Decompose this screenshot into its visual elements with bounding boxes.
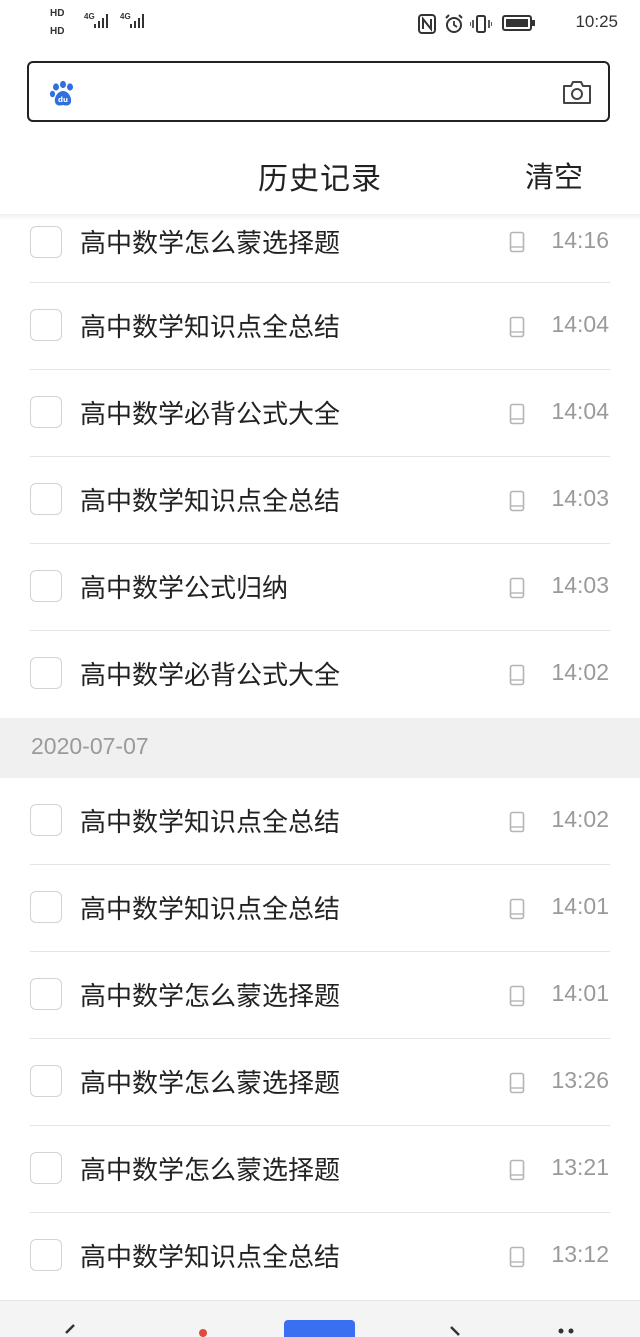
history-item[interactable]: 高中数学知识点全总结 14:02	[0, 778, 640, 865]
mobile-device-icon	[509, 490, 525, 512]
item-checkbox[interactable]	[30, 657, 62, 689]
history-item-time: 13:12	[551, 1241, 609, 1267]
mobile-device-icon	[509, 1072, 525, 1094]
history-group-dated: 高中数学知识点全总结 14:02 高中数学知识点全总结 14:01 高中数学怎么蒙选择题…	[0, 778, 640, 1300]
mobile-device-icon	[509, 985, 525, 1007]
history-item-time: 14:03	[551, 572, 609, 598]
history-item[interactable]: 高中数学必背公式大全 14:02	[0, 631, 640, 718]
date-section-header: 2020-07-07	[0, 718, 640, 778]
item-checkbox[interactable]	[30, 804, 62, 836]
mobile-device-icon	[509, 577, 525, 599]
svg-text:du: du	[58, 96, 68, 104]
alarm-icon	[445, 14, 463, 33]
history-item-time: 14:04	[551, 398, 609, 424]
vibrate-icon	[470, 15, 492, 33]
date-label: 2020-07-07	[31, 733, 149, 759]
history-item-title: 高中数学怎么蒙选择题	[80, 1156, 341, 1186]
history-item-title: 高中数学必背公式大全	[80, 400, 341, 430]
history-item-title: 高中数学怎么蒙选择题	[80, 982, 341, 1012]
clear-button[interactable]: 清空	[525, 154, 583, 196]
item-checkbox[interactable]	[30, 483, 62, 515]
history-item-title: 高中数学公式归纳	[80, 574, 289, 604]
mobile-device-icon	[509, 1246, 525, 1268]
camera-icon[interactable]	[562, 79, 592, 105]
forward-icon[interactable]	[445, 1325, 465, 1337]
history-item[interactable]: 高中数学怎么蒙选择题 14:16	[0, 218, 640, 283]
history-item-time: 14:04	[551, 311, 609, 337]
sim1-signal-icon	[94, 14, 114, 28]
clock-time: 10:25	[575, 12, 618, 31]
history-item-title: 高中数学怎么蒙选择题	[80, 1069, 341, 1099]
mobile-device-icon	[509, 231, 525, 253]
mobile-device-icon	[509, 811, 525, 833]
sim2-hd-label: HD	[50, 26, 65, 37]
item-checkbox[interactable]	[30, 396, 62, 428]
item-checkbox[interactable]	[30, 1152, 62, 1184]
item-checkbox[interactable]	[30, 309, 62, 341]
mobile-device-icon	[509, 403, 525, 425]
status-icons: 10:25	[418, 12, 618, 36]
history-item-time: 13:21	[551, 1154, 609, 1180]
history-group-recent: 高中数学怎么蒙选择题 14:16 高中数学知识点全总结 14:04 高中数学必背公式大全…	[0, 218, 640, 718]
sim1-hd-label: HD	[50, 8, 65, 19]
sim2-signal-icon	[130, 14, 150, 28]
history-list: 高中数学怎么蒙选择题 14:16 高中数学知识点全总结 14:04 高中数学必背公式大全…	[0, 218, 640, 1300]
history-item-title: 高中数学知识点全总结	[80, 895, 341, 925]
history-item-time: 14:02	[551, 806, 609, 832]
notification-dot-icon	[199, 1329, 207, 1337]
history-header: 历史记录 清空	[0, 136, 640, 212]
mobile-device-icon	[509, 898, 525, 920]
history-item-time: 14:01	[551, 980, 609, 1006]
menu-icon[interactable]	[554, 1325, 578, 1337]
history-item-title: 高中数学知识点全总结	[80, 487, 341, 517]
mobile-device-icon	[509, 316, 525, 338]
history-item[interactable]: 高中数学必背公式大全 14:04	[0, 370, 640, 457]
history-item[interactable]: 高中数学知识点全总结 13:12	[0, 1213, 640, 1300]
item-checkbox[interactable]	[30, 1239, 62, 1271]
nfc-icon	[418, 14, 436, 34]
mobile-device-icon	[509, 1159, 525, 1181]
battery-icon	[502, 15, 535, 31]
history-item-title: 高中数学怎么蒙选择题	[80, 229, 341, 259]
history-page: HD HD 4G 4G 10:25 du 历史记录 清空 高中数学怎么蒙选择题 …	[0, 0, 640, 1337]
status-bar: HD HD 4G 4G 10:25	[0, 0, 640, 50]
history-item-time: 14:01	[551, 893, 609, 919]
history-item-time: 14:16	[551, 227, 609, 253]
item-checkbox[interactable]	[30, 891, 62, 923]
history-item-title: 高中数学知识点全总结	[80, 313, 341, 343]
signal-area: HD HD 4G 4G	[50, 8, 170, 44]
history-item[interactable]: 高中数学怎么蒙选择题 13:21	[0, 1126, 640, 1213]
item-checkbox[interactable]	[30, 570, 62, 602]
search-input[interactable]: du	[27, 61, 610, 122]
mobile-device-icon	[509, 664, 525, 686]
item-checkbox[interactable]	[30, 226, 62, 258]
history-item[interactable]: 高中数学知识点全总结 14:04	[0, 283, 640, 370]
history-item-title: 高中数学知识点全总结	[80, 1243, 341, 1273]
history-item[interactable]: 高中数学知识点全总结 14:01	[0, 865, 640, 952]
home-button[interactable]	[284, 1320, 355, 1337]
history-item-time: 14:03	[551, 485, 609, 511]
history-item-time: 13:26	[551, 1067, 609, 1093]
item-checkbox[interactable]	[30, 1065, 62, 1097]
history-item[interactable]: 高中数学知识点全总结 14:03	[0, 457, 640, 544]
history-item[interactable]: 高中数学怎么蒙选择题 14:01	[0, 952, 640, 1039]
item-checkbox[interactable]	[30, 978, 62, 1010]
baidu-paw-logo-icon: du	[49, 80, 73, 106]
history-item[interactable]: 高中数学公式归纳 14:03	[0, 544, 640, 631]
history-item-title: 高中数学必背公式大全	[80, 661, 341, 691]
history-item-time: 14:02	[551, 659, 609, 685]
history-item[interactable]: 高中数学怎么蒙选择题 13:26	[0, 1039, 640, 1126]
bottom-navigation-bar	[0, 1300, 640, 1337]
history-item-title: 高中数学知识点全总结	[80, 808, 341, 838]
back-icon[interactable]	[60, 1323, 80, 1337]
